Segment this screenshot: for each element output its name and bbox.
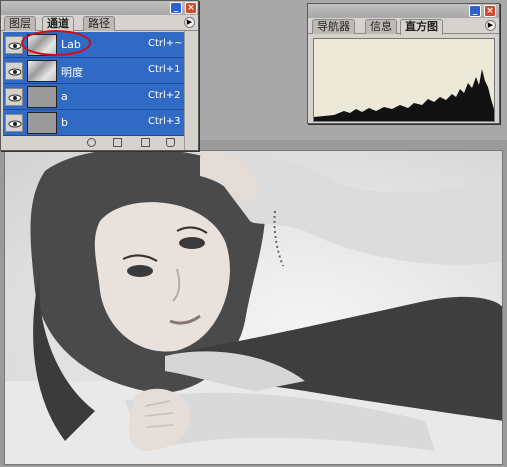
channel-shortcut: Ctrl+3 — [148, 116, 181, 127]
new-channel-icon[interactable] — [141, 138, 150, 147]
channel-shortcut: Ctrl+2 — [148, 90, 181, 101]
document-canvas[interactable] — [0, 140, 507, 467]
channels-footer — [3, 136, 196, 150]
histogram-tabbar: 导航器 信息 直方图 ▶ — [308, 18, 499, 35]
tab-info[interactable]: 信息 — [365, 19, 397, 34]
channels-tabbar: 图层 路径 通道 ▶ — [1, 15, 198, 32]
trash-icon[interactable] — [166, 138, 175, 147]
photo-image — [4, 150, 503, 465]
channel-shortcut: Ctrl+1 — [148, 64, 181, 75]
channel-name: a — [61, 90, 68, 103]
channels-palette-titlebar[interactable]: _ × — [1, 1, 198, 15]
minimize-icon[interactable]: _ — [469, 5, 481, 17]
palette-menu-icon[interactable]: ▶ — [184, 17, 195, 28]
tab-histogram[interactable]: 直方图 — [400, 19, 443, 35]
channel-thumbnail — [27, 112, 57, 134]
tab-layers[interactable]: 图层 — [4, 16, 36, 31]
histogram-palette: _ × 导航器 信息 直方图 ▶ — [307, 3, 500, 124]
histogram-graph — [313, 38, 495, 122]
histogram-palette-titlebar[interactable]: _ × — [308, 4, 499, 18]
save-selection-icon[interactable] — [113, 138, 122, 147]
eye-icon[interactable] — [5, 36, 23, 54]
red-highlight-ellipse — [21, 30, 91, 56]
channel-name: 明度 — [61, 66, 83, 79]
channels-scrollbar[interactable] — [184, 31, 198, 150]
channel-thumbnail — [27, 86, 57, 108]
portrait-illustration — [5, 151, 502, 464]
eye-icon[interactable] — [5, 62, 23, 80]
channel-thumbnail — [27, 60, 57, 82]
channel-row-b[interactable]: b Ctrl+3 — [3, 110, 196, 136]
close-icon[interactable]: × — [185, 2, 197, 14]
close-icon[interactable]: × — [484, 5, 496, 17]
minimize-icon[interactable]: _ — [170, 2, 182, 14]
load-selection-icon[interactable] — [87, 138, 96, 147]
channel-row-lightness[interactable]: 明度 Ctrl+1 — [3, 58, 196, 84]
eye-icon[interactable] — [5, 88, 23, 106]
tab-navigator[interactable]: 导航器 — [312, 19, 355, 34]
channel-name: b — [61, 116, 68, 129]
channels-palette: _ × 图层 路径 通道 ▶ Lab Ctrl+~ 明度 Ctrl+1 a Ct… — [0, 0, 199, 151]
channel-row-a[interactable]: a Ctrl+2 — [3, 84, 196, 110]
eye-icon[interactable] — [5, 114, 23, 132]
histogram-bars — [314, 69, 494, 121]
channel-shortcut: Ctrl+~ — [148, 38, 183, 49]
tab-paths[interactable]: 路径 — [83, 16, 115, 31]
palette-menu-icon[interactable]: ▶ — [485, 20, 496, 31]
